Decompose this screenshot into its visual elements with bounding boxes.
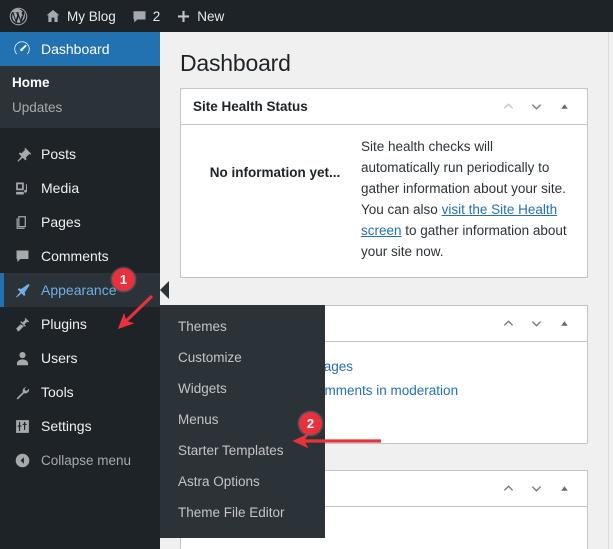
comments-bubble-menu[interactable]: 2 [124, 0, 169, 32]
sidebar-item-posts[interactable]: Posts [0, 137, 160, 171]
sidebar-item-users[interactable]: Users [0, 341, 160, 375]
sidebar-item-media[interactable]: Media [0, 171, 160, 205]
sidebar-item-appearance[interactable]: Appearance [0, 273, 169, 307]
collapse-menu-button[interactable]: Collapse menu [0, 443, 160, 477]
new-content-label: New [197, 8, 225, 24]
site-name-menu[interactable]: My Blog [37, 0, 124, 32]
dashboard-submenu: Home Updates [0, 66, 160, 128]
menu-pointer-arrow [160, 41, 168, 57]
panel-title: Site Health Status [193, 99, 308, 114]
sidebar-item-tools[interactable]: Tools [0, 375, 160, 409]
sidebar-item-label: Plugins [41, 316, 87, 332]
sidebar-item-label: Users [41, 350, 78, 366]
sidebar-item-settings[interactable]: Settings [0, 409, 160, 443]
paintbrush-icon [12, 280, 32, 300]
panel-body: No information yet... Site health checks… [181, 125, 587, 277]
dashboard-gauge-icon [12, 39, 32, 59]
site-health-no-info: No information yet... [209, 165, 341, 180]
flyout-item-customize[interactable]: Customize [160, 342, 325, 373]
submenu-item-home[interactable]: Home [0, 70, 160, 95]
column-divider [608, 32, 609, 549]
media-icon [12, 178, 32, 198]
new-content-menu[interactable]: New [168, 0, 232, 32]
wordpress-logo-icon [8, 6, 29, 27]
chevron-down-icon[interactable] [523, 476, 549, 502]
panel-controls [495, 311, 577, 337]
sidebar-item-label: Media [41, 180, 80, 196]
site-name-label: My Blog [67, 8, 116, 24]
pin-icon [12, 144, 32, 164]
triangle-up-icon[interactable] [551, 311, 577, 337]
flyout-item-starter-templates[interactable]: Starter Templates [160, 435, 325, 466]
admin-bar: My Blog 2 New [0, 0, 613, 32]
chevron-up-icon[interactable] [495, 311, 521, 337]
flyout-item-theme-file-editor[interactable]: Theme File Editor [160, 497, 325, 528]
sidebar-item-label: Pages [41, 214, 81, 230]
sidebar-item-label: Appearance [41, 282, 117, 298]
chevron-left-circle-icon [12, 450, 32, 470]
chevron-up-icon[interactable] [495, 476, 521, 502]
annotation-badge-1: 1 [112, 268, 135, 291]
sidebar-item-label: Comments [41, 248, 109, 264]
flyout-item-widgets[interactable]: Widgets [160, 373, 325, 404]
menu-pointer-arrow [160, 281, 169, 299]
triangle-up-icon[interactable] [551, 94, 577, 120]
admin-sidebar-menu: Dashboard Home Updates Posts Media Pages [0, 32, 169, 549]
comments-count-label: 2 [152, 8, 161, 24]
comment-bubble-icon [12, 246, 32, 266]
wrench-icon [12, 382, 32, 402]
screen-root: My Blog 2 New Dashboard Home Updates Pos… [0, 0, 613, 549]
sidebar-item-pages[interactable]: Pages [0, 205, 160, 239]
wp-logo-menu[interactable] [0, 0, 37, 32]
sidebar-item-dashboard[interactable]: Dashboard [0, 32, 168, 66]
sidebar-item-label: Settings [41, 418, 92, 434]
sidebar-item-label: Posts [41, 146, 77, 162]
annotation-badge-2: 2 [299, 412, 322, 435]
menu-separator [0, 128, 160, 137]
home-icon [45, 8, 61, 24]
flyout-item-astra-options[interactable]: Astra Options [160, 466, 325, 497]
panel-controls [495, 94, 577, 120]
flyout-item-themes[interactable]: Themes [160, 311, 325, 342]
sidebar-item-label: Dashboard [41, 41, 110, 57]
chevron-down-icon[interactable] [523, 311, 549, 337]
user-icon [12, 348, 32, 368]
triangle-up-icon[interactable] [551, 476, 577, 502]
plus-icon [176, 9, 191, 24]
pages-icon [12, 212, 32, 232]
comment-bubble-icon [132, 9, 147, 24]
page-title: Dashboard [180, 50, 291, 76]
sidebar-item-plugins[interactable]: Plugins [0, 307, 160, 341]
site-health-description: Site health checks will automatically ru… [355, 137, 573, 263]
panel-controls [495, 476, 577, 502]
collapse-menu-label: Collapse menu [41, 452, 132, 468]
chevron-up-icon[interactable] [495, 94, 521, 120]
plug-icon [12, 314, 32, 334]
sidebar-item-label: Tools [41, 384, 74, 400]
sidebar-item-comments[interactable]: Comments [0, 239, 160, 273]
panel-site-health-status: Site Health Status No information yet... [180, 88, 588, 278]
chevron-down-icon[interactable] [523, 94, 549, 120]
sliders-icon [12, 416, 32, 436]
submenu-item-updates[interactable]: Updates [0, 95, 160, 120]
panel-header: Site Health Status [181, 89, 587, 125]
